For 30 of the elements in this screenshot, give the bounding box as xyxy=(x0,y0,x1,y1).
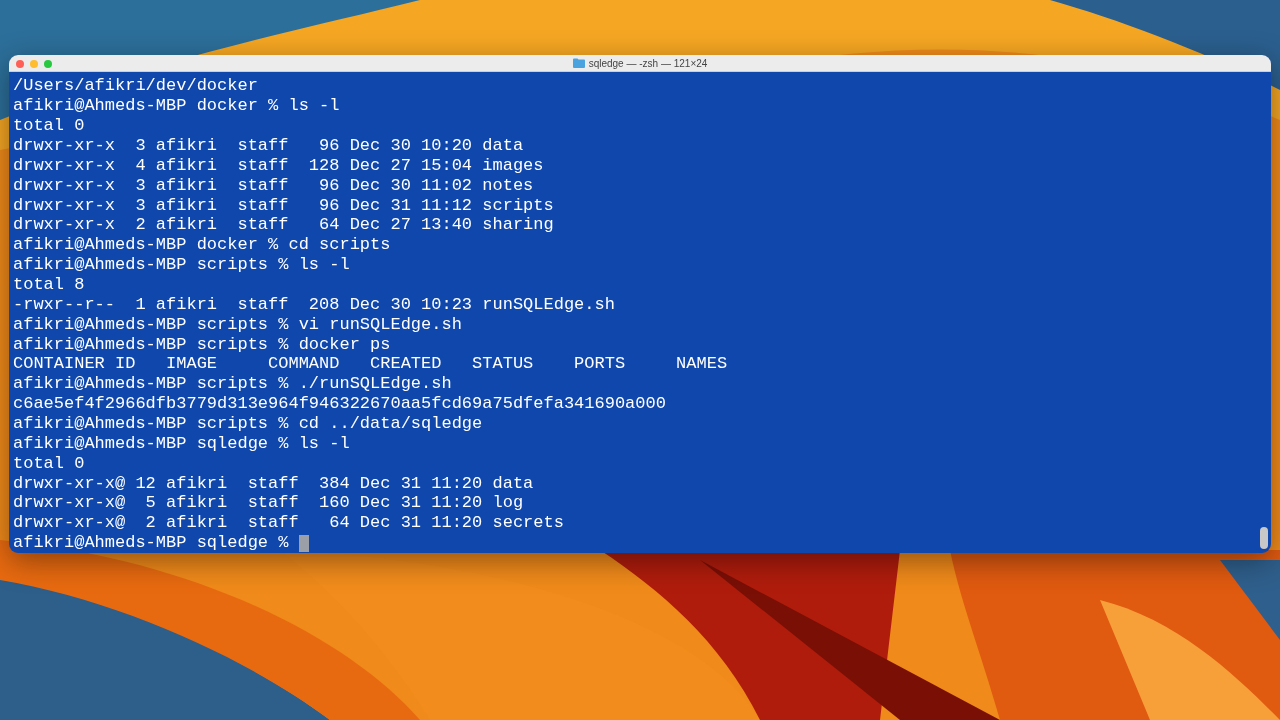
terminal-line: total 8 xyxy=(13,274,85,295)
window-title: sqledge — -zsh — 121×24 xyxy=(588,57,708,69)
terminal-line: drwxr-xr-x@ 12 afikri staff 384 Dec 31 11:20 data xyxy=(13,473,534,494)
terminal-line: afikri@Ahmeds-MBP docker % ls -l xyxy=(13,96,340,117)
terminal-line: afikri@Ahmeds-MBP scripts % vi runSQLEdge.sh xyxy=(13,314,462,335)
terminal-line: drwxr-xr-x 3 afikri staff 96 Dec 30 11:02 notes xyxy=(13,175,534,196)
minimize-button[interactable] xyxy=(30,60,38,68)
terminal-line: afikri@Ahmeds-MBP scripts % docker ps xyxy=(13,334,391,355)
terminal-line: -rwxr--r-- 1 afikri staff 208 Dec 30 10:23 runSQLEdge.sh xyxy=(13,294,615,315)
folder-icon xyxy=(572,58,585,69)
terminal-line: CONTAINER ID IMAGE COMMAND CREATED STATUS PORTS NAMES xyxy=(13,354,728,375)
close-button[interactable] xyxy=(16,60,24,68)
terminal-line: drwxr-xr-x 3 afikri staff 96 Dec 31 11:12 scripts xyxy=(13,195,554,216)
terminal-line: drwxr-xr-x 4 afikri staff 128 Dec 27 15:04 images xyxy=(13,155,544,176)
terminal-line: afikri@Ahmeds-MBP sqledge % ls -l xyxy=(13,433,350,454)
terminal-line: /Users/afikri/dev/docker xyxy=(13,76,258,97)
terminal-line: afikri@Ahmeds-MBP scripts % ./runSQLEdge.sh xyxy=(13,374,452,395)
zoom-button[interactable] xyxy=(44,60,52,68)
terminal-line: drwxr-xr-x 3 afikri staff 96 Dec 30 10:20 data xyxy=(13,135,524,156)
terminal-line: afikri@Ahmeds-MBP scripts % cd ../data/sqledge xyxy=(13,414,483,434)
terminal-line: drwxr-xr-x@ 5 afikri staff 160 Dec 31 11:20 log xyxy=(13,493,524,514)
scrollbar-thumb[interactable] xyxy=(1260,527,1268,549)
terminal-line: total 0 xyxy=(13,453,85,474)
terminal-line: afikri@Ahmeds-MBP scripts % ls -l xyxy=(13,255,350,275)
terminal-line: drwxr-xr-x@ 2 afikri staff 64 Dec 31 11:20 secrets xyxy=(13,513,564,534)
terminal-line: c6ae5ef4f2966dfb3779d313e964f946322670aa5fcd69a75dfefa341690a000 xyxy=(13,394,666,414)
terminal-line: total 0 xyxy=(13,116,85,136)
terminal-line: drwxr-xr-x 2 afikri staff 64 Dec 27 13:40 sharing xyxy=(13,215,554,236)
terminal-line: afikri@Ahmeds-MBP sqledge % xyxy=(13,533,290,553)
terminal-line: afikri@Ahmeds-MBP docker % cd scripts xyxy=(13,235,391,256)
